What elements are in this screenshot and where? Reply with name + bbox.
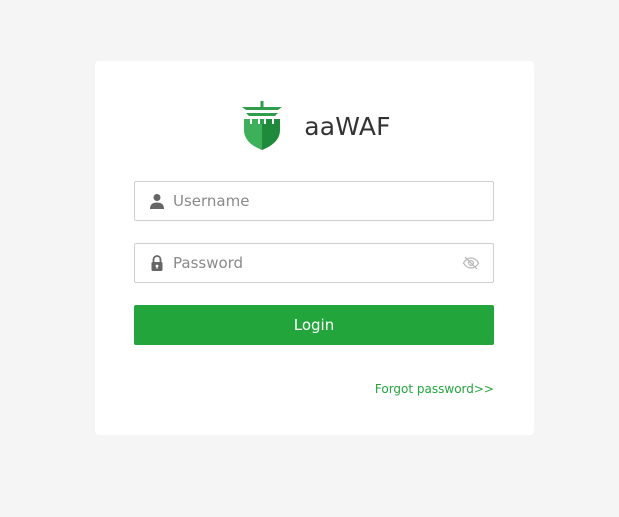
app-title: aaWAF bbox=[304, 111, 391, 141]
username-input[interactable] bbox=[173, 182, 453, 220]
login-card: aaWAF Login Forgot password>> bbox=[95, 61, 534, 435]
eye-slash-icon[interactable] bbox=[462, 255, 480, 271]
password-input[interactable] bbox=[173, 244, 453, 282]
lock-icon bbox=[151, 255, 163, 271]
brand-header: aaWAF bbox=[95, 99, 534, 153]
user-icon bbox=[150, 194, 164, 209]
castle-shield-logo-icon bbox=[242, 101, 283, 150]
username-field[interactable] bbox=[134, 181, 494, 221]
login-button[interactable]: Login bbox=[134, 305, 494, 345]
password-field[interactable] bbox=[134, 243, 494, 283]
forgot-password-link[interactable]: Forgot password>> bbox=[375, 382, 494, 396]
